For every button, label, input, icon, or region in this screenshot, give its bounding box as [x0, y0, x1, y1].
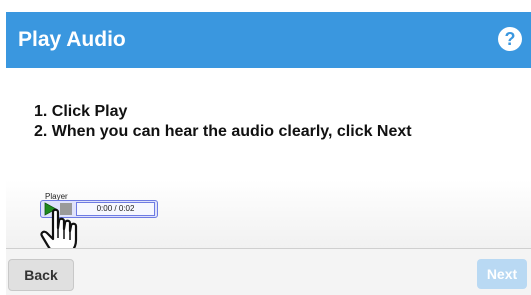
instruction-step-2: 2. When you can hear the audio clearly, …	[34, 123, 412, 140]
help-button[interactable]: ?	[498, 27, 522, 51]
page-title: Play Audio	[18, 28, 126, 51]
instruction-step-1: 1. Click Play	[34, 103, 128, 120]
footer-bar: Back Next	[6, 248, 531, 295]
time-display: 0:00 / 0:02	[76, 202, 155, 216]
back-button[interactable]: Back	[8, 259, 74, 291]
next-button[interactable]: Next	[477, 259, 527, 289]
instructions: 1. Click Play 2. When you can hear the a…	[34, 102, 412, 142]
title-bar: Play Audio ?	[6, 12, 531, 68]
